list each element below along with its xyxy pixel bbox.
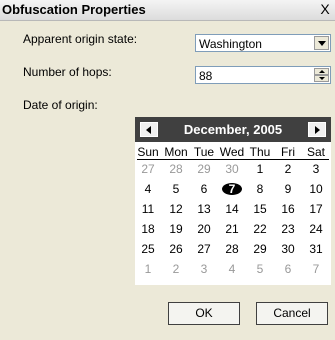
calendar-day[interactable]: 3 bbox=[303, 162, 329, 176]
weekday-header-row: Sun Mon Tue Wed Thu Fri Sat bbox=[135, 145, 331, 159]
calendar-day[interactable]: 1 bbox=[135, 262, 161, 276]
calendar-day[interactable]: 29 bbox=[191, 162, 217, 176]
calendar-month-label: December, 2005 bbox=[183, 122, 283, 137]
calendar-day[interactable]: 20 bbox=[191, 222, 217, 236]
calendar-day[interactable]: 27 bbox=[191, 242, 217, 256]
calendar-day[interactable]: 6 bbox=[191, 182, 217, 196]
calendar-day[interactable]: 21 bbox=[219, 222, 245, 236]
previous-month-icon[interactable] bbox=[140, 122, 158, 137]
calendar-day[interactable]: 3 bbox=[191, 262, 217, 276]
hops-stepper[interactable]: 88 bbox=[195, 66, 331, 84]
weekday-label: Thu bbox=[249, 145, 271, 159]
calendar-day[interactable]: 11 bbox=[135, 202, 161, 216]
calendar-day[interactable]: 17 bbox=[303, 202, 329, 216]
calendar-day[interactable]: 4 bbox=[219, 262, 245, 276]
calendar-day[interactable]: 29 bbox=[247, 242, 273, 256]
hops-label: Number of hops: bbox=[23, 65, 112, 79]
weekday-label: Sat bbox=[306, 145, 325, 159]
calendar-day[interactable]: 7 bbox=[303, 262, 329, 276]
calendar-day[interactable]: 13 bbox=[191, 202, 217, 216]
calendar-day[interactable]: 5 bbox=[247, 262, 273, 276]
next-month-icon[interactable] bbox=[308, 122, 326, 137]
cancel-button[interactable]: Cancel bbox=[256, 302, 328, 325]
weekday-label: Tue bbox=[193, 145, 215, 159]
origin-state-value: Washington bbox=[199, 37, 262, 51]
origin-state-label: Apparent origin state: bbox=[23, 32, 138, 46]
calendar-day[interactable]: 28 bbox=[219, 242, 245, 256]
calendar-day[interactable]: 23 bbox=[275, 222, 301, 236]
obfuscation-properties-dialog: Obfuscation Properties X Apparent origin… bbox=[0, 0, 335, 340]
calendar-day[interactable]: 2 bbox=[163, 262, 189, 276]
calendar-day[interactable]: 26 bbox=[163, 242, 189, 256]
date-label: Date of origin: bbox=[23, 98, 98, 112]
calendar-day[interactable]: 14 bbox=[219, 202, 245, 216]
calendar-day[interactable]: 6 bbox=[275, 262, 301, 276]
chevron-down-icon[interactable] bbox=[314, 36, 329, 50]
weekday-label: Fri bbox=[281, 145, 295, 159]
calendar-day[interactable]: 16 bbox=[275, 202, 301, 216]
calendar-day[interactable]: 22 bbox=[247, 222, 273, 236]
weekday-divider bbox=[137, 159, 329, 160]
calendar-day[interactable]: 31 bbox=[303, 242, 329, 256]
window-title: Obfuscation Properties bbox=[2, 2, 146, 17]
weekday-label: Mon bbox=[164, 145, 188, 159]
date-calendar[interactable]: December, 2005 Sun Mon Tue Wed Thu Fri Sat 27 2… bbox=[135, 117, 331, 285]
weekday-label: Sun bbox=[137, 145, 159, 159]
calendar-day[interactable]: 24 bbox=[303, 222, 329, 236]
calendar-day[interactable]: 5 bbox=[163, 182, 189, 196]
calendar-day[interactable]: 25 bbox=[135, 242, 161, 256]
calendar-day[interactable]: 10 bbox=[303, 182, 329, 196]
calendar-day[interactable]: 1 bbox=[247, 162, 273, 176]
calendar-day[interactable]: 30 bbox=[219, 162, 245, 176]
spin-down-icon[interactable] bbox=[314, 75, 329, 82]
spin-up-icon[interactable] bbox=[314, 68, 329, 75]
hops-value: 88 bbox=[199, 69, 213, 83]
calendar-day[interactable]: 18 bbox=[135, 222, 161, 236]
calendar-day[interactable]: 9 bbox=[275, 182, 301, 196]
calendar-day[interactable]: 30 bbox=[275, 242, 301, 256]
close-icon[interactable]: X bbox=[318, 1, 332, 17]
calendar-day[interactable]: 2 bbox=[275, 162, 301, 176]
calendar-day[interactable]: 19 bbox=[163, 222, 189, 236]
calendar-day[interactable]: 27 bbox=[135, 162, 161, 176]
calendar-header: December, 2005 bbox=[135, 117, 331, 142]
title-bar[interactable]: Obfuscation Properties X bbox=[0, 0, 335, 21]
origin-state-dropdown[interactable]: Washington bbox=[195, 34, 331, 52]
weekday-label: Wed bbox=[219, 145, 245, 159]
calendar-day[interactable]: 4 bbox=[135, 182, 161, 196]
calendar-day[interactable]: 28 bbox=[163, 162, 189, 176]
calendar-day[interactable]: 15 bbox=[247, 202, 273, 216]
calendar-day[interactable]: 8 bbox=[247, 182, 273, 196]
calendar-day-selected[interactable]: 7 bbox=[219, 182, 245, 196]
hops-spinner[interactable] bbox=[314, 68, 329, 82]
ok-button[interactable]: OK bbox=[168, 302, 240, 325]
calendar-day[interactable]: 12 bbox=[163, 202, 189, 216]
